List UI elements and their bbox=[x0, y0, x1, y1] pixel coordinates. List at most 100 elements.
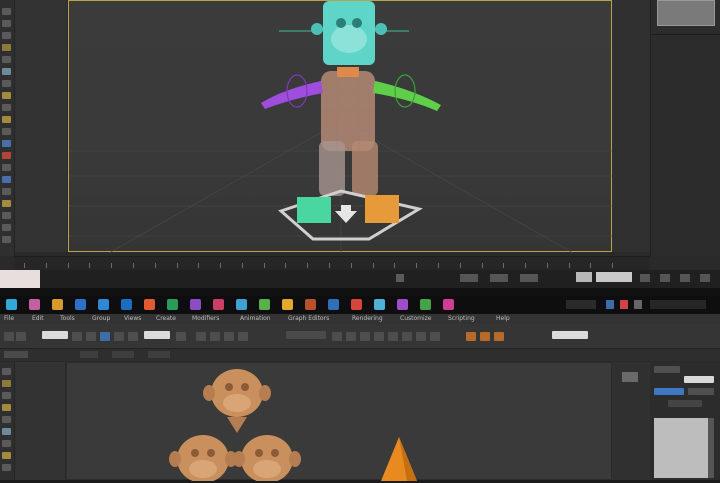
ribbon-tab-modeling[interactable] bbox=[4, 351, 28, 358]
reference-coord-dropdown[interactable] bbox=[144, 331, 170, 339]
app-icon-7[interactable] bbox=[144, 299, 155, 310]
app-icon-11[interactable] bbox=[236, 299, 247, 310]
app-icon-13[interactable] bbox=[282, 299, 293, 310]
app-icon-8[interactable] bbox=[167, 299, 178, 310]
bottom-tool-5-icon[interactable] bbox=[2, 416, 11, 423]
tool-shape-icon[interactable] bbox=[2, 224, 11, 231]
select-move-icon[interactable] bbox=[100, 332, 110, 341]
mirror-icon[interactable] bbox=[332, 332, 342, 341]
playback-prev-button[interactable] bbox=[460, 274, 478, 282]
bottom-tool-1-icon[interactable] bbox=[2, 368, 11, 375]
bottom-tool-9-icon[interactable] bbox=[2, 464, 11, 471]
angle-snap-icon[interactable] bbox=[210, 332, 220, 341]
app-icon-12[interactable] bbox=[259, 299, 270, 310]
align-icon[interactable] bbox=[346, 332, 356, 341]
menu-item[interactable]: Customize bbox=[400, 315, 432, 322]
snap-toggle-icon[interactable] bbox=[196, 332, 206, 341]
render-iterative-icon[interactable] bbox=[494, 332, 504, 341]
right-foot-control[interactable] bbox=[365, 195, 399, 223]
tray-alert-icon[interactable] bbox=[620, 300, 628, 309]
character-body[interactable] bbox=[319, 67, 378, 196]
pan-icon[interactable] bbox=[660, 274, 670, 282]
ribbon-tab-selection[interactable] bbox=[112, 351, 134, 358]
percent-snap-icon[interactable] bbox=[224, 332, 234, 341]
render-production-icon[interactable] bbox=[480, 332, 490, 341]
app-icon-14[interactable] bbox=[305, 299, 316, 310]
app-icon-3[interactable] bbox=[52, 299, 63, 310]
menu-item[interactable]: Scripting bbox=[448, 315, 475, 322]
maxscript-listener[interactable] bbox=[0, 270, 40, 288]
orange-cone-object[interactable] bbox=[381, 437, 417, 481]
select-rotate-icon[interactable] bbox=[114, 332, 124, 341]
layer-explorer-icon[interactable] bbox=[360, 332, 370, 341]
menu-item[interactable]: Tools bbox=[60, 315, 75, 322]
playback-play-button[interactable] bbox=[490, 274, 508, 282]
app-icon-19[interactable] bbox=[420, 299, 431, 310]
select-by-name-icon[interactable] bbox=[86, 332, 96, 341]
menu-item[interactable]: Animation bbox=[240, 315, 271, 322]
app-icon-16[interactable] bbox=[351, 299, 362, 310]
tool-camera-icon[interactable] bbox=[2, 164, 11, 171]
selection-filter-dropdown[interactable] bbox=[42, 331, 68, 339]
tool-select-icon[interactable] bbox=[2, 8, 11, 15]
named-selection-field[interactable] bbox=[286, 331, 326, 339]
pivot-center-icon[interactable] bbox=[176, 332, 186, 341]
panel-option-row[interactable] bbox=[668, 400, 702, 407]
bottom-tool-2-icon[interactable] bbox=[2, 380, 11, 387]
render-frame-icon[interactable] bbox=[466, 332, 476, 341]
menu-item[interactable]: Group bbox=[92, 315, 110, 322]
tray-network-icon[interactable] bbox=[606, 300, 614, 309]
tool-move-icon[interactable] bbox=[2, 20, 11, 27]
app-icon-9[interactable] bbox=[190, 299, 201, 310]
tool-link-icon[interactable] bbox=[2, 56, 11, 63]
app-icon-15[interactable] bbox=[328, 299, 339, 310]
clay-head-left[interactable] bbox=[169, 435, 237, 483]
clay-head-right[interactable] bbox=[233, 435, 301, 483]
frame-field[interactable] bbox=[576, 272, 592, 282]
menu-item[interactable]: Create bbox=[156, 315, 176, 322]
bottom-tool-7-icon[interactable] bbox=[2, 440, 11, 447]
app-icon-5[interactable] bbox=[98, 299, 109, 310]
bottom-tool-6-icon[interactable] bbox=[2, 428, 11, 435]
character-head[interactable] bbox=[279, 1, 409, 65]
render-setup-icon[interactable] bbox=[430, 332, 440, 341]
zoom-extents-icon[interactable] bbox=[640, 274, 650, 282]
app-icon-20[interactable] bbox=[443, 299, 454, 310]
menu-item[interactable]: File bbox=[4, 315, 14, 322]
maximize-viewport-icon[interactable] bbox=[700, 274, 710, 282]
tray-volume-icon[interactable] bbox=[634, 300, 642, 309]
tool-material-icon[interactable] bbox=[2, 140, 11, 147]
app-icon-17[interactable] bbox=[374, 299, 385, 310]
menu-item[interactable]: Views bbox=[124, 315, 141, 322]
app-icon-6[interactable] bbox=[121, 299, 132, 310]
perspective-viewport[interactable] bbox=[68, 0, 613, 254]
app-icon-4[interactable] bbox=[75, 299, 86, 310]
curve-editor-icon[interactable] bbox=[388, 332, 398, 341]
menu-item[interactable]: Help bbox=[496, 315, 510, 322]
menu-item[interactable]: Graph Editors bbox=[288, 315, 329, 322]
tool-geometry-icon[interactable] bbox=[2, 236, 11, 243]
undo-icon[interactable] bbox=[4, 332, 14, 341]
spinner-snap-icon[interactable] bbox=[238, 332, 248, 341]
app-icon-2[interactable] bbox=[29, 299, 40, 310]
app-icon-10[interactable] bbox=[213, 299, 224, 310]
tool-space-icon[interactable] bbox=[2, 200, 11, 207]
tool-helper-icon[interactable] bbox=[2, 188, 11, 195]
menu-item[interactable]: Edit bbox=[32, 315, 44, 322]
tool-curve-icon[interactable] bbox=[2, 116, 11, 123]
panel-apply-button[interactable] bbox=[654, 388, 684, 395]
panel-name-field[interactable] bbox=[684, 376, 714, 383]
orbit-icon[interactable] bbox=[680, 274, 690, 282]
tool-mirror-icon[interactable] bbox=[2, 80, 11, 87]
workspace-dropdown[interactable] bbox=[552, 331, 588, 339]
bottom-tool-3-icon[interactable] bbox=[2, 392, 11, 399]
select-object-icon[interactable] bbox=[72, 332, 82, 341]
menu-item[interactable]: Rendering bbox=[352, 315, 383, 322]
tool-snap-icon[interactable] bbox=[2, 68, 11, 75]
viewcube-icon[interactable] bbox=[622, 372, 638, 382]
animation-timeline[interactable] bbox=[14, 256, 650, 271]
left-foot-control[interactable] bbox=[297, 197, 331, 223]
tool-rotate-icon[interactable] bbox=[2, 32, 11, 39]
tool-light-icon[interactable] bbox=[2, 176, 11, 183]
tool-schematic-icon[interactable] bbox=[2, 128, 11, 135]
